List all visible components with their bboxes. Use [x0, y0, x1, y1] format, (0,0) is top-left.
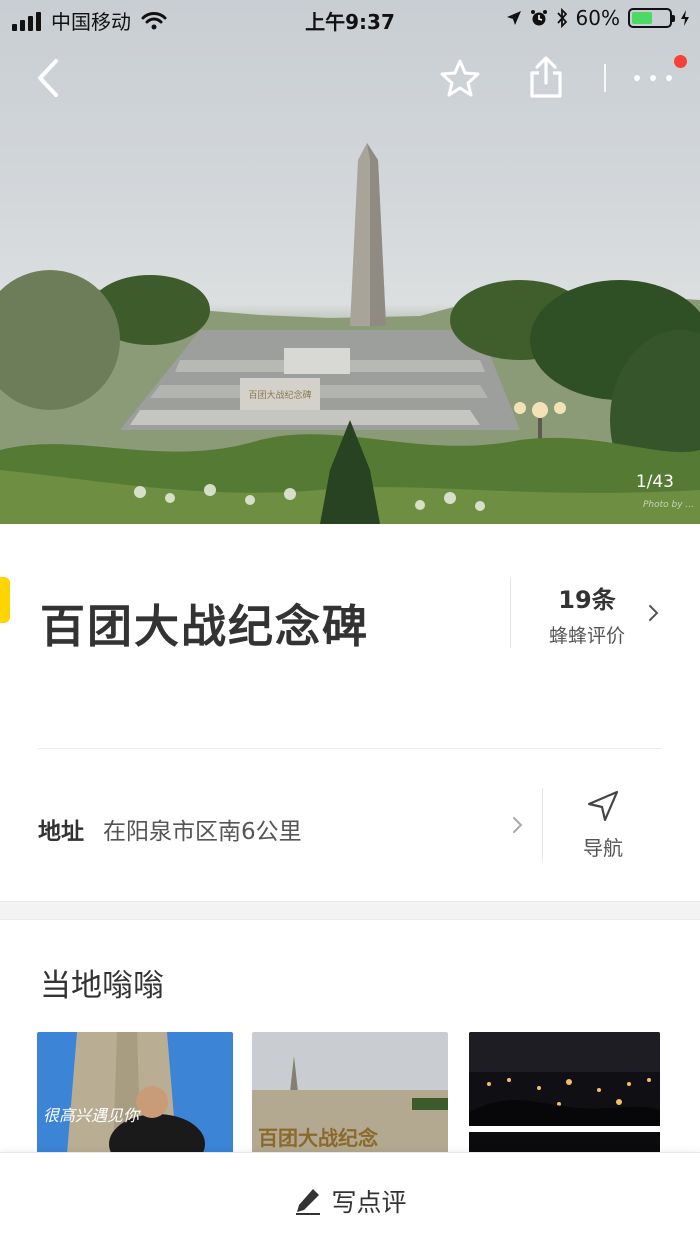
more-icon — [634, 75, 672, 81]
favorite-button[interactable] — [438, 56, 482, 100]
monument-photo: 百团大战纪念碑 — [0, 143, 700, 524]
address-label: 地址 — [38, 819, 84, 845]
pencil-icon — [296, 1189, 321, 1215]
back-icon — [38, 59, 58, 97]
location-arrow-icon — [506, 11, 521, 25]
local-thumbnail[interactable] — [469, 1032, 660, 1154]
star-icon — [440, 59, 480, 97]
navigation-arrow-icon — [587, 790, 619, 822]
local-section-title: 当地嗡嗡 — [40, 968, 164, 1004]
thumbnail-image — [469, 1032, 660, 1154]
charging-icon — [681, 10, 689, 26]
chevron-right-icon — [649, 605, 659, 621]
section-separator — [0, 901, 700, 920]
chevron-right-icon — [513, 817, 523, 833]
accent-tab — [0, 577, 10, 623]
write-review-label: 写点评 — [331, 1188, 407, 1217]
title-divider — [510, 578, 511, 648]
review-count: 19条 — [558, 586, 616, 614]
notification-dot — [674, 55, 687, 68]
back-button[interactable] — [28, 56, 68, 100]
address-divider — [542, 788, 543, 862]
thumbnail-image — [37, 1032, 233, 1154]
battery-percent: 60% — [575, 6, 620, 30]
address-value[interactable]: 在阳泉市区南6公里 — [103, 812, 302, 846]
page-title: 百团大战纪念碑 — [40, 600, 370, 653]
bottom-bar: 写点评 — [0, 1152, 700, 1245]
divider — [38, 748, 662, 749]
alarm-icon — [530, 10, 547, 26]
local-thumbnail[interactable]: 百团大战纪念 — [252, 1032, 448, 1154]
navigate-label[interactable]: 导航 — [560, 832, 646, 861]
nav-divider — [604, 64, 606, 92]
share-button[interactable] — [524, 54, 568, 100]
write-review-button[interactable]: 写点评 — [0, 1183, 700, 1219]
review-label: 蜂蜂评价 — [548, 625, 625, 647]
bluetooth-icon — [556, 8, 567, 28]
photo-counter: 1/43 — [635, 472, 674, 492]
battery-icon — [628, 8, 675, 28]
more-button[interactable] — [628, 62, 678, 94]
thumbnail-caption: 百团大战纪念 — [258, 1126, 378, 1150]
local-thumbnail[interactable]: 很高兴遇见你 — [37, 1032, 233, 1154]
reviews-link[interactable]: 19条 蜂蜂评价 — [522, 580, 652, 648]
share-icon — [530, 56, 562, 98]
status-bar: 中国移动 上午9:37 60% — [0, 0, 700, 40]
thumbnail-caption: 很高兴遇见你 — [43, 1106, 140, 1125]
photo-credit: Photo by ... — [642, 500, 694, 510]
hero-photo[interactable]: 百团大战纪念碑 1/43 Photo by ... — [0, 0, 700, 524]
svg-text:百团大战纪念碑: 百团大战纪念碑 — [248, 389, 311, 401]
navigate-button[interactable] — [586, 789, 620, 827]
